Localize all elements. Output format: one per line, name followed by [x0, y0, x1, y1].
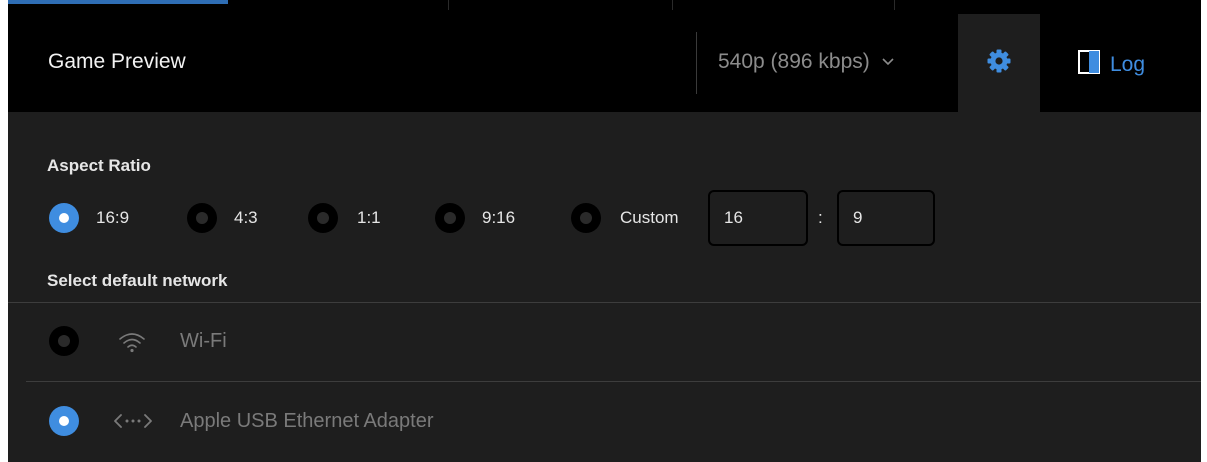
aspect-option-label: 4:3 [234, 208, 258, 227]
radio-aspect-custom[interactable] [571, 203, 601, 233]
ethernet-icon [114, 413, 152, 434]
chevron-down-icon [882, 58, 894, 66]
radio-network-wifi[interactable] [49, 326, 79, 356]
network-label-ethernet: Apple USB Ethernet Adapter [180, 410, 434, 432]
settings-button[interactable] [958, 14, 1040, 112]
preview-header: Game Preview 540p (896 kbps) Log [8, 14, 1201, 112]
top-tab-strip [8, 0, 1201, 14]
log-button[interactable]: Log [1078, 50, 1145, 79]
active-tab-indicator [8, 0, 228, 4]
quality-dropdown[interactable]: 540p (896 kbps) [718, 50, 894, 74]
tab-divider [448, 0, 449, 10]
row-divider [26, 381, 1201, 382]
page-title: Game Preview [48, 50, 186, 73]
radio-aspect-1-1[interactable] [308, 203, 338, 233]
aspect-ratio-heading: Aspect Ratio [47, 156, 151, 175]
custom-height-input[interactable]: 9 [837, 190, 935, 246]
tab-divider [894, 0, 895, 10]
log-label: Log [1110, 52, 1146, 76]
aspect-option-label: 1:1 [357, 208, 381, 227]
custom-width-input[interactable]: 16 [708, 190, 808, 246]
aspect-option-label: 9:16 [482, 208, 516, 227]
ratio-separator: : [818, 208, 823, 227]
network-heading: Select default network [47, 271, 228, 290]
panel-toggle-icon [1078, 50, 1100, 79]
section-divider [8, 302, 1201, 303]
gear-icon [986, 48, 1012, 79]
radio-aspect-9-16[interactable] [435, 203, 465, 233]
radio-network-ethernet[interactable] [49, 406, 79, 436]
aspect-option-label: Custom [620, 208, 679, 227]
tab-divider [672, 0, 673, 10]
radio-aspect-16-9[interactable] [49, 203, 79, 233]
network-label-wifi: Wi-Fi [180, 330, 227, 352]
quality-value: 540p (896 kbps) [718, 50, 870, 73]
wifi-icon [118, 331, 146, 358]
radio-aspect-4-3[interactable] [187, 203, 217, 233]
aspect-option-label: 16:9 [96, 208, 130, 227]
header-divider [696, 32, 697, 94]
settings-panel: Aspect Ratio 16:9 4:3 1:1 9:16 Custom 16… [8, 112, 1201, 462]
